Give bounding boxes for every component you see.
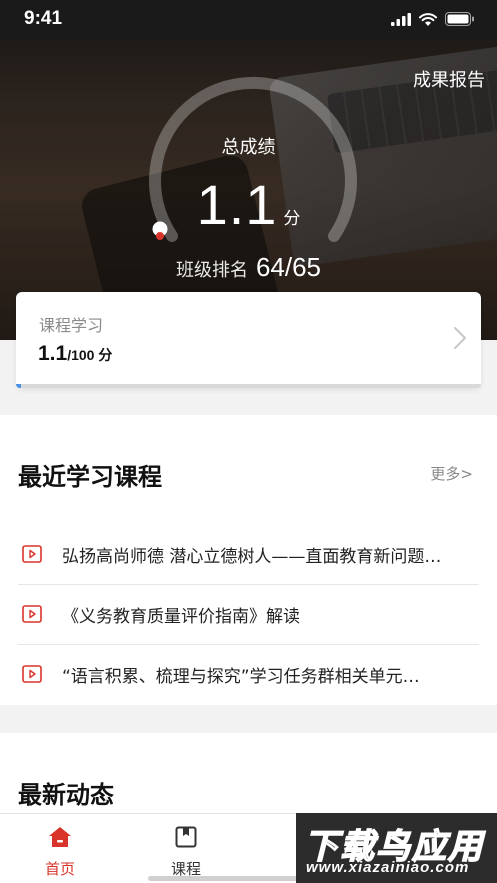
score-unit: 分: [283, 209, 301, 229]
video-lesson-icon: [22, 605, 42, 623]
chevron-right-icon: [454, 327, 466, 349]
course-study-score: 1.1/100 分: [38, 342, 113, 365]
recent-courses-section: 最近学习课程 更多> 弘扬高尚师德 潜心立德树人——直面教育新问题… 《义务教育…: [0, 415, 497, 705]
home-icon: [49, 827, 71, 847]
video-lesson-icon: [22, 665, 42, 683]
recent-courses-title: 最近学习课程: [18, 463, 162, 491]
class-rank-label: 班级排名: [175, 260, 248, 281]
tab-label: 首页: [44, 860, 75, 878]
course-study-card[interactable]: 课程学习 1.1/100 分: [16, 292, 481, 388]
course-title: 弘扬高尚师德 潜心立德树人——直面教育新问题…: [62, 547, 442, 567]
more-link[interactable]: 更多>: [430, 463, 473, 484]
wifi-icon: [419, 12, 437, 26]
total-score-value: 1.1: [196, 173, 278, 236]
list-item[interactable]: 《义务教育质量评价指南》解读: [0, 585, 497, 645]
course-title: 《义务教育质量评价指南》解读: [62, 607, 300, 627]
site-watermark: 下载鸟应用 www.xiazainiao.com: [296, 813, 497, 883]
battery-icon: [445, 12, 474, 26]
status-bar: 9:41: [0, 0, 497, 40]
class-rank-value: 64/65: [255, 252, 322, 282]
watermark-url: www.xiazainiao.com: [306, 859, 470, 876]
bookmark-book-icon: [175, 826, 197, 848]
latest-news-section: 最新动态: [0, 733, 497, 813]
video-lesson-icon: [22, 545, 42, 563]
achievement-report-link[interactable]: 成果报告: [413, 66, 485, 92]
signal-icon: [391, 12, 411, 26]
tab-courses[interactable]: 课程: [146, 826, 226, 879]
latest-news-title: 最新动态: [18, 781, 114, 809]
tab-home[interactable]: 首页: [20, 826, 100, 879]
course-study-title: 课程学习: [39, 316, 104, 335]
list-item[interactable]: 弘扬高尚师德 潜心立德树人——直面教育新问题…: [0, 525, 497, 585]
list-item[interactable]: “语言积累、梳理与探究”学习任务群相关单元…: [0, 645, 497, 705]
course-progress-bar: [16, 384, 481, 388]
status-time: 9:41: [24, 8, 63, 29]
course-title: “语言积累、梳理与探究”学习任务群相关单元…: [62, 667, 420, 687]
total-score-label: 总成绩: [221, 137, 276, 158]
